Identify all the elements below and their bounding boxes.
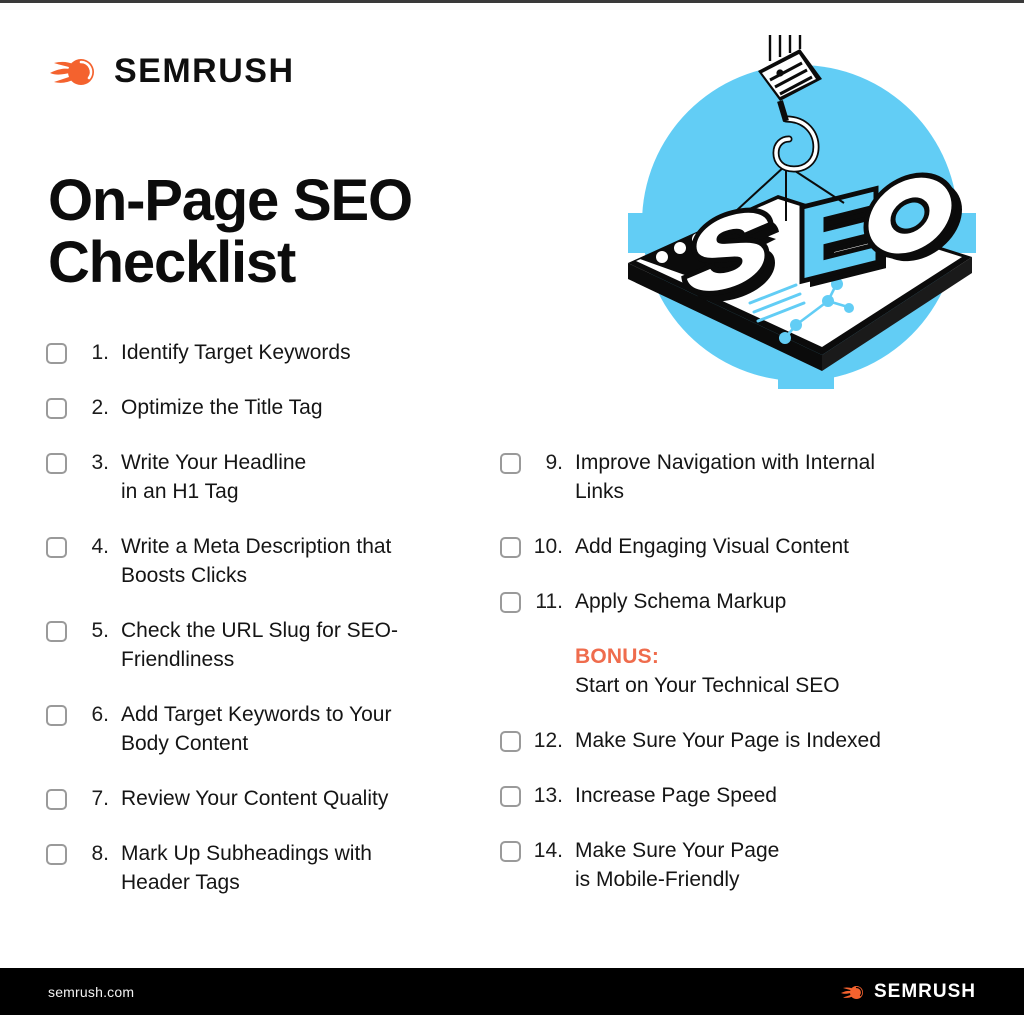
- item-number: 11.: [535, 589, 563, 613]
- checkbox-icon[interactable]: [46, 704, 67, 726]
- checkbox-icon[interactable]: [500, 730, 521, 752]
- footer-wordmark: SEMRUSH: [873, 981, 976, 1002]
- item-label: Identify Target Keywords: [121, 341, 351, 364]
- infographic-page: SEMRUSH On-Page SEO Checklist 1. Identif…: [0, 0, 1024, 1015]
- item-label: Mark Up Subheadings with Header Tags: [121, 841, 372, 894]
- checklist-item[interactable]: 5. Check the URL Slug for SEO- Friendlin…: [46, 617, 486, 675]
- item-number: 4.: [91, 534, 109, 558]
- bonus-subtitle: Start on Your Technical SEO: [575, 673, 840, 697]
- checklist-item[interactable]: 2. Optimize the Title Tag: [46, 394, 486, 423]
- footer-bar: semrush.com SEMRUSH: [0, 968, 1024, 1015]
- checklist-item[interactable]: 12. Make Sure Your Page is Indexed: [500, 727, 990, 756]
- item-label: Add Engaging Visual Content: [575, 534, 849, 558]
- item-number: 6.: [91, 702, 109, 726]
- item-number: 12.: [533, 728, 563, 752]
- item-number: 1.: [91, 341, 109, 364]
- checklist-item[interactable]: 1. Identify Target Keywords: [46, 339, 486, 368]
- item-number: 9.: [545, 451, 563, 474]
- seo-crane-hook-laptop-illustration: [600, 35, 1000, 425]
- checkbox-icon[interactable]: [46, 452, 67, 474]
- item-number: 3.: [91, 450, 109, 474]
- item-label: Improve Navigation with Internal Links: [575, 451, 875, 503]
- item-label: Write Your Headline in an H1 Tag: [121, 450, 307, 503]
- checklist-item[interactable]: 14. Make Sure Your Page is Mobile-Friend…: [500, 837, 990, 895]
- checkbox-icon[interactable]: [500, 591, 521, 613]
- item-label: Make Sure Your Page is Indexed: [575, 728, 881, 752]
- item-label: Add Target Keywords to Your Body Content: [121, 702, 392, 755]
- footer-url[interactable]: semrush.com: [48, 984, 134, 1000]
- checklist-item[interactable]: 6. Add Target Keywords to Your Body Cont…: [46, 701, 486, 759]
- checklist-item[interactable]: 7. Review Your Content Quality: [46, 785, 486, 814]
- checkbox-icon[interactable]: [46, 788, 67, 810]
- page-title: On-Page SEO Checklist: [48, 167, 413, 296]
- checklist-item[interactable]: 8. Mark Up Subheadings with Header Tags: [46, 840, 486, 898]
- checklist-item[interactable]: 9. Improve Navigation with Internal Link…: [500, 449, 990, 507]
- bonus-block: BONUS: Start on Your Technical SEO: [500, 643, 990, 701]
- item-number: 13.: [533, 783, 563, 807]
- footer-logo: SEMRUSH: [840, 982, 976, 1002]
- checklist-item[interactable]: 10. Add Engaging Visual Content: [500, 533, 990, 562]
- checkbox-icon[interactable]: [500, 536, 521, 558]
- brand-wordmark: SEMRUSH: [114, 52, 295, 90]
- bonus-body: BONUS: Start on Your Technical SEO: [563, 643, 990, 701]
- semrush-comet-icon: [48, 51, 100, 91]
- item-label: Increase Page Speed: [575, 783, 777, 807]
- bonus-label: BONUS:: [575, 644, 660, 668]
- item-number: 5.: [91, 618, 109, 642]
- checkbox-icon[interactable]: [46, 343, 67, 364]
- checklist-column-right: 9. Improve Navigation with Internal Link…: [500, 449, 990, 921]
- item-label: Make Sure Your Page is Mobile-Friendly: [575, 838, 780, 891]
- checkbox-icon[interactable]: [46, 620, 67, 642]
- item-label: Apply Schema Markup: [575, 589, 787, 613]
- checkbox-icon[interactable]: [500, 453, 521, 474]
- item-number: 8.: [91, 841, 109, 865]
- checklist-column-left: 1. Identify Target Keywords 2. Optimize …: [46, 339, 486, 924]
- item-number: 14.: [533, 838, 563, 862]
- item-label: Optimize the Title Tag: [121, 395, 323, 419]
- semrush-logo: SEMRUSH: [48, 51, 295, 91]
- semrush-comet-icon: [840, 982, 866, 1002]
- item-label: Write a Meta Description that Boosts Cli…: [121, 534, 392, 587]
- checkbox-icon[interactable]: [46, 843, 67, 865]
- item-number: 7.: [91, 786, 109, 810]
- checklist-item[interactable]: 11. Apply Schema Markup: [500, 588, 990, 617]
- item-number: 2.: [91, 395, 109, 419]
- checkbox-icon[interactable]: [46, 397, 67, 419]
- checkbox-icon[interactable]: [46, 536, 67, 558]
- item-number: 10.: [533, 534, 563, 558]
- checklist-item[interactable]: 4. Write a Meta Description that Boosts …: [46, 533, 486, 591]
- checklist-item[interactable]: 13. Increase Page Speed: [500, 782, 990, 811]
- checkbox-icon[interactable]: [500, 840, 521, 862]
- checklist-item[interactable]: 3. Write Your Headline in an H1 Tag: [46, 449, 486, 507]
- item-label: Review Your Content Quality: [121, 786, 389, 810]
- checkbox-icon[interactable]: [500, 785, 521, 807]
- item-label: Check the URL Slug for SEO- Friendliness: [121, 618, 398, 671]
